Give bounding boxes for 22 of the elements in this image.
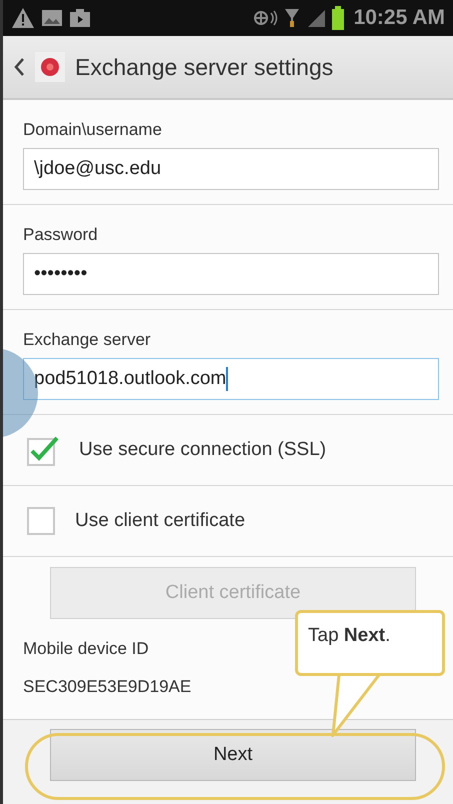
field-label: Password (23, 225, 98, 245)
image-icon (41, 8, 63, 28)
device-id-value: SEC309E53E9D19AE (23, 677, 192, 697)
checkbox[interactable] (27, 507, 55, 535)
input-field[interactable]: •••••••• (23, 253, 439, 295)
signal-icon (306, 8, 326, 28)
field-label: Domain\username (23, 120, 162, 140)
email-app-icon (35, 52, 65, 82)
field-label: Exchange server (23, 330, 151, 350)
input-field[interactable]: pod51018.outlook.com (23, 358, 439, 400)
battery-icon (332, 6, 344, 30)
clock-time: 10:25 AM (354, 6, 445, 30)
checkbox-label: Use client certificate (75, 510, 246, 532)
input-field[interactable]: \jdoe@usc.edu (23, 148, 439, 190)
device-id-label: Mobile device ID (23, 639, 149, 659)
screen-title: Exchange server settings (75, 54, 334, 80)
warning-icon (11, 7, 35, 29)
checkbox-label: Use secure connection (SSL) (79, 439, 326, 461)
next-button[interactable]: Next (50, 729, 416, 781)
back-chevron-icon[interactable] (13, 57, 25, 77)
video-icon (69, 8, 91, 28)
sync-icon (252, 8, 278, 28)
